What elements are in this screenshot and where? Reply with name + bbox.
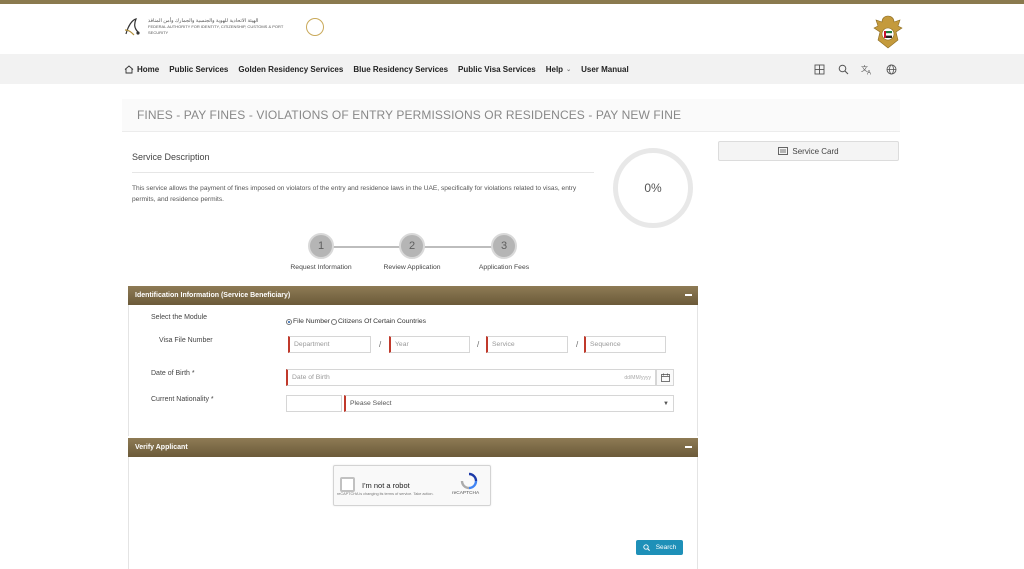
search-icon bbox=[643, 544, 650, 551]
divider bbox=[132, 172, 594, 173]
visa-file-number-label: Visa File Number bbox=[159, 337, 213, 344]
nationality-select[interactable]: Please Select ▼ bbox=[344, 395, 674, 412]
nationality-code-input[interactable] bbox=[286, 395, 342, 412]
placeholder: Sequence bbox=[590, 341, 621, 348]
identification-panel-header: Identification Information (Service Bene… bbox=[128, 286, 698, 305]
authority-name-en: FEDERAL AUTHORITY FOR IDENTITY, CITIZENS… bbox=[148, 24, 284, 35]
module-label: Select the Module bbox=[151, 314, 208, 321]
step-label: Application Fees bbox=[478, 264, 530, 271]
nav-item-label: Public Services bbox=[169, 64, 229, 74]
uae-emblem-icon bbox=[873, 15, 903, 49]
step-number: 1 bbox=[308, 233, 334, 259]
site-header: الهيئة الاتحادية للهوية والجنسية والجمار… bbox=[0, 4, 1024, 54]
step-number: 2 bbox=[399, 233, 425, 259]
date-format-hint: dd/MM/yyyy bbox=[624, 375, 651, 381]
home-icon bbox=[124, 64, 134, 73]
nav-item-home[interactable]: Home bbox=[124, 65, 159, 74]
search-icon[interactable] bbox=[836, 62, 850, 76]
globe-icon[interactable] bbox=[884, 62, 898, 76]
selected-value: Please Select bbox=[350, 400, 392, 407]
page-title: FINES - PAY FINES - VIOLATIONS OF ENTRY … bbox=[137, 108, 682, 122]
caret-down-icon: ▼ bbox=[663, 401, 669, 407]
nav-item-public-visa[interactable]: Public Visa Services bbox=[458, 65, 536, 74]
visa-year-input[interactable]: Year bbox=[389, 336, 470, 353]
card-icon bbox=[778, 147, 789, 155]
collapse-icon[interactable] bbox=[684, 443, 692, 451]
calendar-button[interactable] bbox=[656, 369, 674, 386]
progress-value: 0% bbox=[644, 181, 662, 195]
step-label: Request Information bbox=[290, 264, 352, 271]
service-card-button[interactable]: Service Card bbox=[718, 141, 899, 161]
quality-seal-icon bbox=[306, 18, 324, 36]
panel-title: Identification Information (Service Bene… bbox=[135, 292, 291, 299]
step-label: Review Application bbox=[383, 264, 441, 271]
nav-item-label: Home bbox=[137, 64, 160, 74]
placeholder: Date of Birth bbox=[292, 374, 330, 381]
service-description-title: Service Description bbox=[132, 152, 210, 162]
search-button-label: Search bbox=[655, 544, 677, 551]
svg-text:A: A bbox=[867, 70, 871, 75]
collapse-icon[interactable] bbox=[684, 291, 692, 299]
step-number: 3 bbox=[491, 233, 517, 259]
sitemap-icon[interactable] bbox=[812, 62, 826, 76]
page-title-bar: FINES - PAY FINES - VIOLATIONS OF ENTRY … bbox=[122, 99, 900, 132]
module-radio-group: File Number Citizens Of Certain Countrie… bbox=[286, 318, 426, 325]
main-nav: Home Public Services Golden Residency Se… bbox=[0, 54, 1024, 84]
step-review-application: 2 Review Application bbox=[367, 233, 457, 271]
translate-icon[interactable]: 文A bbox=[860, 62, 874, 76]
verify-panel-header: Verify Applicant bbox=[128, 438, 698, 457]
recaptcha-label: I'm not a robot bbox=[362, 481, 410, 490]
nationality-label: Current Nationality * bbox=[151, 396, 214, 403]
dob-label: Date of Birth * bbox=[151, 370, 195, 377]
separator: / bbox=[379, 340, 382, 349]
recaptcha-widget: I'm not a robot reCAPTCHA reCAPTCHA is c… bbox=[333, 465, 491, 506]
radio-label: Citizens Of Certain Countries bbox=[338, 318, 427, 325]
radio-label: File Number bbox=[293, 318, 331, 325]
step-application-fees: 3 Application Fees bbox=[459, 233, 549, 271]
authority-mark-icon bbox=[124, 18, 140, 36]
radio-citizens-certain-countries[interactable] bbox=[331, 318, 338, 325]
panel-title: Verify Applicant bbox=[135, 444, 188, 451]
service-description-text: This service allows the payment of fines… bbox=[132, 185, 577, 203]
progress-steps: 1 Request Information 2 Review Applicati… bbox=[270, 233, 550, 278]
placeholder: Department bbox=[294, 341, 330, 348]
separator: / bbox=[477, 340, 480, 349]
service-card-label: Service Card bbox=[792, 146, 839, 156]
separator: / bbox=[576, 340, 579, 349]
recaptcha-checkbox[interactable] bbox=[340, 477, 355, 492]
nav-item-label: Public Visa Services bbox=[458, 64, 536, 74]
recaptcha-logo-icon bbox=[460, 472, 478, 490]
authority-name: الهيئة الاتحادية للهوية والجنسية والجمار… bbox=[148, 18, 298, 36]
radio-file-number[interactable] bbox=[286, 318, 292, 325]
nav-item-help[interactable]: Help ⌄ bbox=[546, 65, 571, 74]
calendar-icon bbox=[660, 373, 670, 382]
recaptcha-brand: reCAPTCHA bbox=[452, 491, 480, 496]
visa-sequence-input[interactable]: Sequence bbox=[584, 336, 666, 353]
progress-indicator: 0% bbox=[613, 148, 693, 228]
nav-items: Home Public Services Golden Residency Se… bbox=[124, 54, 629, 84]
placeholder: Service bbox=[492, 341, 515, 348]
nav-tools: 文A bbox=[812, 62, 898, 76]
nav-item-label: Golden Residency Services bbox=[238, 64, 344, 74]
dob-input[interactable]: Date of Birth dd/MM/yyyy bbox=[286, 369, 656, 386]
recaptcha-terms-link[interactable]: reCAPTCHA is changing its terms of servi… bbox=[337, 492, 437, 497]
nav-item-label: Help bbox=[545, 64, 564, 74]
authority-logo[interactable]: الهيئة الاتحادية للهوية والجنسية والجمار… bbox=[122, 16, 324, 38]
nav-item-blue-residency[interactable]: Blue Residency Services bbox=[353, 65, 448, 74]
nav-item-user-manual[interactable]: User Manual bbox=[581, 65, 629, 74]
visa-service-input[interactable]: Service bbox=[486, 336, 568, 353]
placeholder: Year bbox=[395, 341, 409, 348]
nav-item-public-services[interactable]: Public Services bbox=[169, 65, 228, 74]
nav-item-label: User Manual bbox=[581, 64, 629, 74]
search-button[interactable]: Search bbox=[636, 540, 683, 555]
visa-department-input[interactable]: Department bbox=[288, 336, 371, 353]
nav-item-golden-residency[interactable]: Golden Residency Services bbox=[238, 65, 343, 74]
chevron-down-icon: ⌄ bbox=[566, 66, 572, 73]
nav-item-label: Blue Residency Services bbox=[353, 64, 449, 74]
step-request-information: 1 Request Information bbox=[276, 233, 366, 271]
